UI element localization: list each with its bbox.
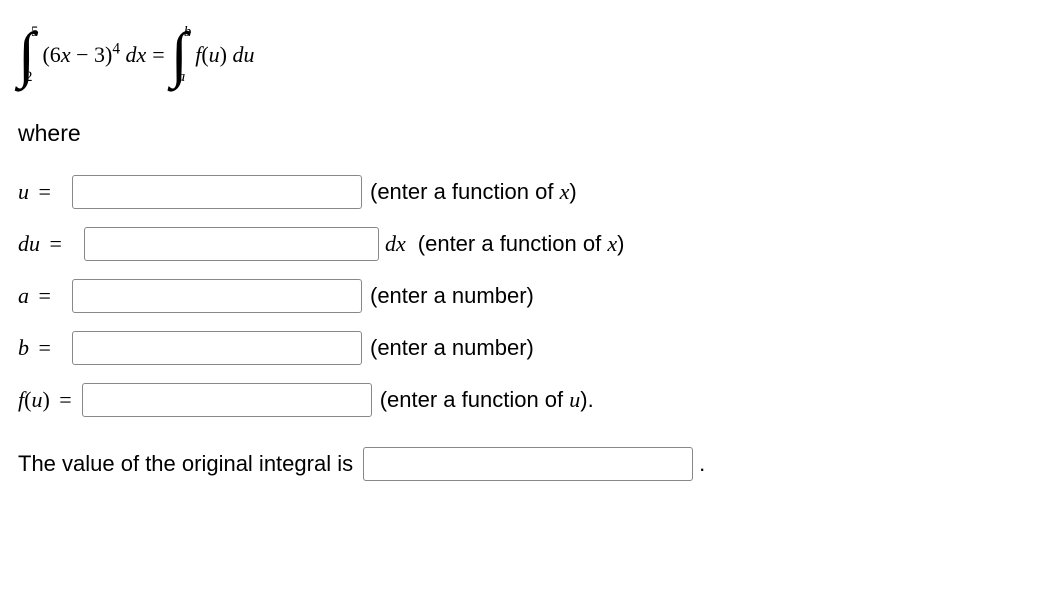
dx-label: dx bbox=[385, 231, 406, 257]
label-b: b = bbox=[18, 335, 62, 361]
input-u[interactable] bbox=[72, 175, 362, 209]
hint-b: (enter a number) bbox=[370, 335, 534, 361]
integrand-1: (6x − 3)4 dx bbox=[42, 42, 146, 68]
hint-a: (enter a number) bbox=[370, 283, 534, 309]
where-label: where bbox=[18, 120, 1028, 147]
integral-2-lower: a bbox=[178, 69, 186, 86]
input-final[interactable] bbox=[363, 447, 693, 481]
integral-2-limits: b a bbox=[184, 26, 192, 84]
row-u: u = (enter a function of x) bbox=[18, 175, 1028, 209]
row-final: The value of the original integral is . bbox=[18, 447, 1028, 481]
integral-1-upper: 5 bbox=[31, 24, 39, 41]
equals-sign: = bbox=[152, 42, 164, 68]
label-a: a = bbox=[18, 283, 62, 309]
input-fu[interactable] bbox=[82, 383, 372, 417]
final-label: The value of the original integral is bbox=[18, 451, 353, 477]
integral-1-limits: 5 2 bbox=[31, 26, 39, 84]
hint-u: (enter a function of x) bbox=[370, 179, 577, 205]
input-b[interactable] bbox=[72, 331, 362, 365]
integral-1-lower: 2 bbox=[25, 69, 33, 86]
row-b: b = (enter a number) bbox=[18, 331, 1028, 365]
integral-equation: ∫ 5 2 (6x − 3)4 dx = ∫ b a f(u) du bbox=[18, 20, 1028, 90]
label-fu: f(u) = bbox=[18, 387, 72, 413]
final-period: . bbox=[699, 451, 705, 477]
input-du[interactable] bbox=[84, 227, 379, 261]
label-u: u = bbox=[18, 179, 62, 205]
row-fu: f(u) = (enter a function of u). bbox=[18, 383, 1028, 417]
hint-fu: (enter a function of u). bbox=[380, 387, 594, 413]
label-du: du = bbox=[18, 231, 74, 257]
integral-2-upper: b bbox=[184, 24, 192, 41]
input-a[interactable] bbox=[72, 279, 362, 313]
integral-left: ∫ 5 2 (6x − 3)4 dx bbox=[18, 24, 146, 86]
integral-right: ∫ b a f(u) du bbox=[171, 24, 255, 86]
hint-du: (enter a function of x) bbox=[418, 231, 625, 257]
row-a: a = (enter a number) bbox=[18, 279, 1028, 313]
integrand-2: f(u) du bbox=[195, 42, 254, 68]
row-du: du = dx (enter a function of x) bbox=[18, 227, 1028, 261]
